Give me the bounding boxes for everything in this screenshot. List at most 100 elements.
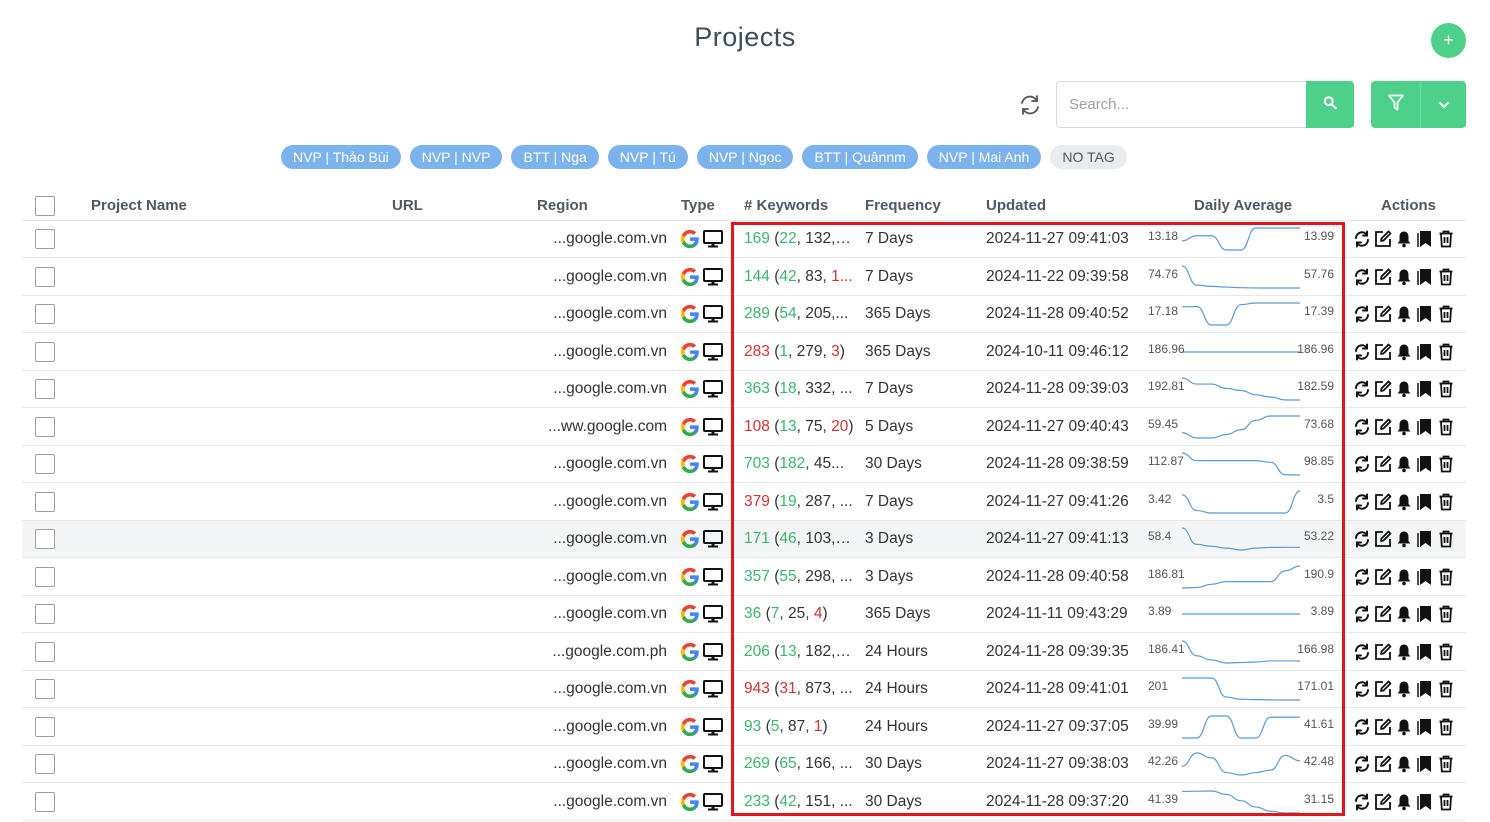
bookmark-icon[interactable] [1416,230,1434,248]
table-row[interactable]: ...google.com.vn 93 (5, 87, 1) 24 Hours 202… [22,709,1466,746]
keywords-cell[interactable]: 357 (55, 298, ... [744,568,854,586]
bell-icon[interactable] [1395,305,1413,323]
bookmark-icon[interactable] [1416,680,1434,698]
table-row[interactable]: ...google.com.vn 169 (22, 132, 1... 7 Days… [22,221,1466,258]
bookmark-icon[interactable] [1416,718,1434,736]
table-row[interactable]: ...google.com.vn 144 (42, 83, 1... 7 Days 2… [22,259,1466,296]
sync-icon[interactable] [1353,793,1371,811]
bell-icon[interactable] [1395,380,1413,398]
keywords-cell[interactable]: 703 (182, 45... [744,455,854,473]
keywords-cell[interactable]: 379 (19, 287, ... [744,493,854,511]
bell-icon[interactable] [1395,718,1413,736]
keywords-cell[interactable]: 36 (7, 25, 4) [744,605,854,623]
sync-icon[interactable] [1353,568,1371,586]
row-checkbox[interactable] [35,229,55,249]
edit-icon[interactable] [1374,268,1392,286]
trash-icon[interactable] [1437,230,1455,248]
table-row[interactable]: ...google.com.ph 206 (13, 182, 1... 24 Hou… [22,634,1466,671]
table-row[interactable]: ...google.com.vn 703 (182, 45... 30 Days 20… [22,446,1466,483]
col-type[interactable]: Type [681,197,715,214]
col-daily-average[interactable]: Daily Average [1194,197,1292,214]
edit-icon[interactable] [1374,230,1392,248]
sync-icon[interactable] [1353,230,1371,248]
bell-icon[interactable] [1395,605,1413,623]
sync-icon[interactable] [1353,718,1371,736]
sync-icon[interactable] [1353,680,1371,698]
sync-icon[interactable] [1353,455,1371,473]
row-checkbox[interactable] [35,567,55,587]
edit-icon[interactable] [1374,418,1392,436]
bell-icon[interactable] [1395,643,1413,661]
filter-button[interactable] [1371,81,1421,128]
row-checkbox[interactable] [35,492,55,512]
bookmark-icon[interactable] [1416,605,1434,623]
keywords-cell[interactable]: 144 (42, 83, 1... [744,268,854,286]
bookmark-icon[interactable] [1416,455,1434,473]
trash-icon[interactable] [1437,755,1455,773]
trash-icon[interactable] [1437,418,1455,436]
row-checkbox[interactable] [35,604,55,624]
sync-icon[interactable] [1353,530,1371,548]
edit-icon[interactable] [1374,718,1392,736]
tag-chip[interactable]: NVP | Tú [607,145,688,169]
bookmark-icon[interactable] [1416,793,1434,811]
edit-icon[interactable] [1374,455,1392,473]
edit-icon[interactable] [1374,305,1392,323]
keywords-cell[interactable]: 206 (13, 182, 1... [744,643,854,661]
refresh-icon[interactable] [1018,93,1042,117]
table-row[interactable]: ...ww.google.com 108 (13, 75, 20) 5 Days 20… [22,409,1466,446]
bookmark-icon[interactable] [1416,530,1434,548]
trash-icon[interactable] [1437,643,1455,661]
bookmark-icon[interactable] [1416,643,1434,661]
bookmark-icon[interactable] [1416,418,1434,436]
keywords-cell[interactable]: 289 (54, 205,... [744,305,854,323]
keywords-cell[interactable]: 93 (5, 87, 1) [744,718,854,736]
bookmark-icon[interactable] [1416,305,1434,323]
col-updated[interactable]: Updated [986,197,1046,214]
bookmark-icon[interactable] [1416,268,1434,286]
trash-icon[interactable] [1437,455,1455,473]
keywords-cell[interactable]: 363 (18, 332, ... [744,380,854,398]
col-url[interactable]: URL [392,197,423,214]
trash-icon[interactable] [1437,305,1455,323]
trash-icon[interactable] [1437,380,1455,398]
col-keywords[interactable]: # Keywords [744,197,828,214]
table-row[interactable]: ...google.com.vn 269 (65, 166, ... 30 Days… [22,746,1466,783]
row-checkbox[interactable] [35,267,55,287]
col-project-name[interactable]: Project Name [91,197,187,214]
trash-icon[interactable] [1437,343,1455,361]
trash-icon[interactable] [1437,493,1455,511]
table-row[interactable]: ...google.com.vn 36 (7, 25, 4) 365 Days 202… [22,596,1466,633]
bell-icon[interactable] [1395,343,1413,361]
bell-icon[interactable] [1395,230,1413,248]
edit-icon[interactable] [1374,605,1392,623]
tag-chip[interactable]: NVP | NVP [409,145,503,169]
keywords-cell[interactable]: 283 (1, 279, 3) [744,343,854,361]
keywords-cell[interactable]: 233 (42, 151, ... [744,793,854,811]
table-row[interactable]: ...google.com.vn 283 (1, 279, 3) 365 Days 2… [22,334,1466,371]
bell-icon[interactable] [1395,793,1413,811]
bell-icon[interactable] [1395,530,1413,548]
col-region[interactable]: Region [537,197,588,214]
select-all-checkbox[interactable] [35,196,55,216]
bell-icon[interactable] [1395,455,1413,473]
table-row[interactable]: ...google.com.vn 233 (42, 151, ... 30 Days… [22,784,1466,821]
trash-icon[interactable] [1437,605,1455,623]
sync-icon[interactable] [1353,493,1371,511]
keywords-cell[interactable]: 943 (31, 873, ... [744,680,854,698]
tag-chip[interactable]: BTT | Nga [511,145,599,169]
add-project-button[interactable]: + [1431,23,1466,58]
edit-icon[interactable] [1374,380,1392,398]
trash-icon[interactable] [1437,530,1455,548]
trash-icon[interactable] [1437,680,1455,698]
sync-icon[interactable] [1353,643,1371,661]
edit-icon[interactable] [1374,568,1392,586]
table-row[interactable]: ...google.com.vn 289 (54, 205,... 365 Days… [22,296,1466,333]
keywords-cell[interactable]: 108 (13, 75, 20) [744,418,854,436]
bookmark-icon[interactable] [1416,755,1434,773]
tag-chip[interactable]: NVP | Ngoc [696,145,794,169]
trash-icon[interactable] [1437,718,1455,736]
sync-icon[interactable] [1353,418,1371,436]
search-button[interactable] [1306,81,1354,128]
edit-icon[interactable] [1374,755,1392,773]
